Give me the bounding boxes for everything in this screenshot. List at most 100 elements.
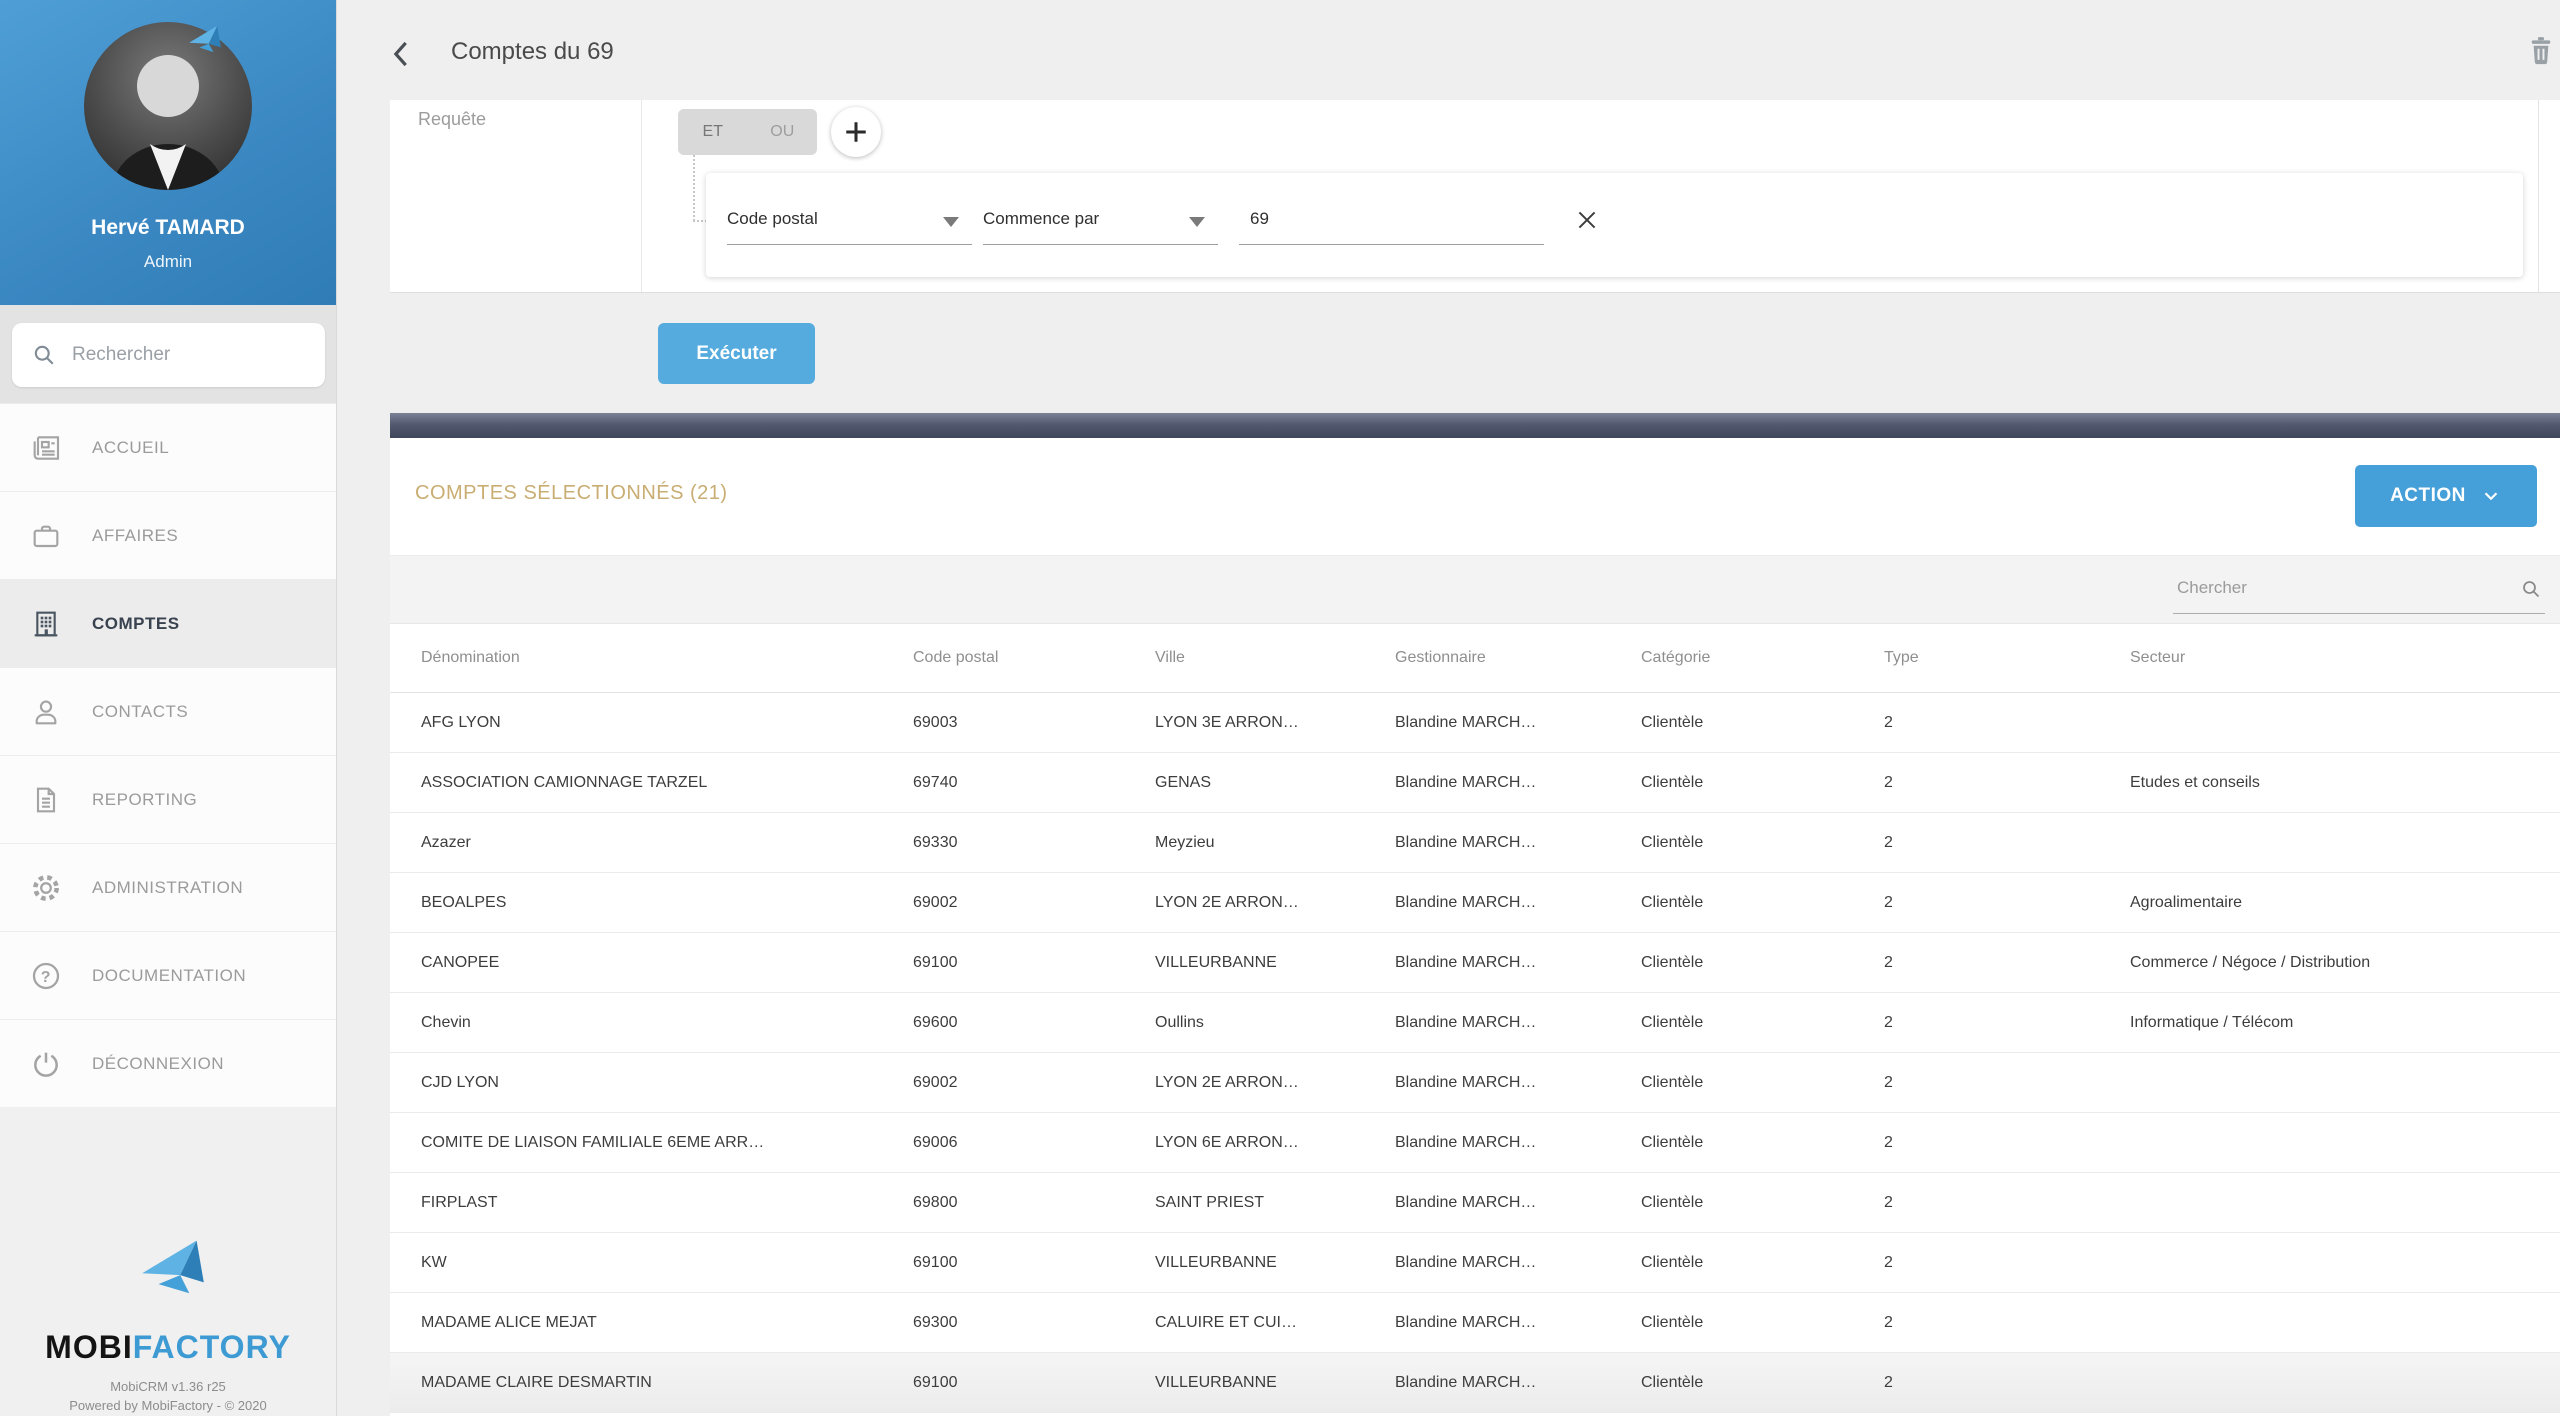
cell-ville: VILLEURBANNE bbox=[1155, 1254, 1395, 1272]
table-row[interactable]: Azazer69330MeyzieuBlandine MARCH…Clientè… bbox=[390, 813, 2560, 873]
table-row[interactable]: Chevin69600OullinsBlandine MARCH…Clientè… bbox=[390, 993, 2560, 1053]
cell-type: 2 bbox=[1884, 894, 2130, 912]
divider bbox=[641, 100, 642, 292]
table-row[interactable]: MADAME CLAIRE DESMARTIN69100VILLEURBANNE… bbox=[390, 1353, 2560, 1413]
action-button[interactable]: ACTION bbox=[2355, 465, 2537, 527]
sidebar-item-label: DÉCONNEXION bbox=[92, 1054, 224, 1074]
trash-icon[interactable] bbox=[2526, 34, 2556, 66]
table-row[interactable]: AFG LYON69003LYON 3E ARRON…Blandine MARC… bbox=[390, 693, 2560, 753]
search-icon bbox=[30, 341, 58, 369]
cell-code-postal: 69100 bbox=[913, 1374, 1155, 1392]
logo-text-mobi: MOBI bbox=[45, 1329, 133, 1365]
column-header-4[interactable]: Gestionnaire bbox=[1395, 649, 1641, 667]
cell-denomination: CJD LYON bbox=[421, 1074, 913, 1092]
app-window: Hervé TAMARD Admin Rechercher ACCUEILAFF… bbox=[0, 0, 2560, 1416]
operator-ou[interactable]: OU bbox=[748, 109, 818, 155]
cell-gestionnaire: Blandine MARCH… bbox=[1395, 894, 1641, 912]
cell-gestionnaire: Blandine MARCH… bbox=[1395, 1194, 1641, 1212]
cell-categorie: Clientèle bbox=[1641, 1074, 1884, 1092]
execute-button[interactable]: Exécuter bbox=[658, 323, 815, 384]
cell-ville: VILLEURBANNE bbox=[1155, 954, 1395, 972]
cell-denomination: COMITE DE LIAISON FAMILIALE 6EME ARR… bbox=[421, 1134, 913, 1152]
section-divider-bar bbox=[390, 413, 2560, 438]
table-row[interactable]: COMITE DE LIAISON FAMILIALE 6EME ARR…690… bbox=[390, 1113, 2560, 1173]
document-icon bbox=[30, 784, 62, 816]
profile-panel: Hervé TAMARD Admin bbox=[0, 0, 336, 305]
cell-type: 2 bbox=[1884, 774, 2130, 792]
sidebar-search-strip: Rechercher bbox=[0, 305, 336, 403]
sidebar-item-contacts[interactable]: CONTACTS bbox=[0, 668, 336, 756]
table-row[interactable]: CANOPEE69100VILLEURBANNEBlandine MARCH…C… bbox=[390, 933, 2560, 993]
column-header-2[interactable]: Code postal bbox=[913, 649, 1155, 667]
cell-secteur: Agroalimentaire bbox=[2130, 894, 2560, 912]
table-row[interactable]: FIRPLAST69800SAINT PRIESTBlandine MARCH…… bbox=[390, 1173, 2560, 1233]
cell-denomination: AFG LYON bbox=[421, 714, 913, 732]
sidebar-item-comptes[interactable]: COMPTES bbox=[0, 580, 336, 668]
powered-by: Powered by MobiFactory - © 2020 bbox=[0, 1398, 336, 1413]
add-condition-button[interactable] bbox=[831, 107, 881, 157]
table-header-row: DénominationCode postalVilleGestionnaire… bbox=[390, 624, 2560, 693]
cell-code-postal: 69100 bbox=[913, 954, 1155, 972]
column-header-5[interactable]: Catégorie bbox=[1641, 649, 1884, 667]
svg-text:?: ? bbox=[41, 969, 51, 986]
condition-row: Code postal Commence par 69 bbox=[706, 173, 2523, 277]
field-underline bbox=[727, 244, 972, 245]
chevron-down-icon[interactable] bbox=[943, 217, 959, 227]
table-body: AFG LYON69003LYON 3E ARRON…Blandine MARC… bbox=[390, 693, 2560, 1416]
sidebar-search-input[interactable]: Rechercher bbox=[12, 323, 325, 387]
sidebar-search-placeholder: Rechercher bbox=[72, 344, 170, 366]
table-search-placeholder: Chercher bbox=[2177, 578, 2247, 598]
column-header-1[interactable]: Dénomination bbox=[421, 649, 913, 667]
operator-underline bbox=[983, 244, 1218, 245]
mobifactory-logo: MOBIFACTORY bbox=[0, 1329, 336, 1366]
table-row[interactable]: BEOALPES69002LYON 2E ARRON…Blandine MARC… bbox=[390, 873, 2560, 933]
cell-denomination: MADAME CLAIRE DESMARTIN bbox=[421, 1374, 913, 1392]
logo-text-factory: FACTORY bbox=[133, 1329, 291, 1365]
divider bbox=[2538, 100, 2539, 292]
cell-code-postal: 69002 bbox=[913, 1074, 1155, 1092]
sidebar-item-administration[interactable]: ADMINISTRATION bbox=[0, 844, 336, 932]
sidebar-item-documentation[interactable]: ? DOCUMENTATION bbox=[0, 932, 336, 1020]
operator-toggle[interactable]: ET OU bbox=[678, 109, 817, 155]
sidebar-item-reporting[interactable]: REPORTING bbox=[0, 756, 336, 844]
column-header-3[interactable]: Ville bbox=[1155, 649, 1395, 667]
cell-ville: SAINT PRIEST bbox=[1155, 1194, 1395, 1212]
cell-denomination: FIRPLAST bbox=[421, 1194, 913, 1212]
field-select[interactable]: Code postal bbox=[727, 209, 818, 229]
cell-code-postal: 69002 bbox=[913, 894, 1155, 912]
cell-ville: LYON 6E ARRON… bbox=[1155, 1134, 1395, 1152]
cell-categorie: Clientèle bbox=[1641, 774, 1884, 792]
operator-et[interactable]: ET bbox=[678, 109, 748, 155]
back-button[interactable] bbox=[387, 38, 417, 70]
column-header-6[interactable]: Type bbox=[1884, 649, 2130, 667]
cell-type: 2 bbox=[1884, 1014, 2130, 1032]
cell-type: 2 bbox=[1884, 834, 2130, 852]
sidebar-item-affaires[interactable]: AFFAIRES bbox=[0, 492, 336, 580]
cell-denomination: CANOPEE bbox=[421, 954, 913, 972]
power-icon bbox=[30, 1048, 62, 1080]
cell-categorie: Clientèle bbox=[1641, 1254, 1884, 1272]
results-card: COMPTES SÉLECTIONNÉS (21) ACTION Cherche… bbox=[390, 438, 2560, 1416]
sidebar-item-label: DOCUMENTATION bbox=[92, 966, 246, 986]
briefcase-icon bbox=[30, 520, 62, 552]
table-row[interactable]: KW69100VILLEURBANNEBlandine MARCH…Client… bbox=[390, 1233, 2560, 1293]
bird-decoration-icon bbox=[188, 24, 222, 54]
gear-icon bbox=[30, 872, 62, 904]
cell-denomination: KW bbox=[421, 1254, 913, 1272]
table-row[interactable]: CJD LYON69002LYON 2E ARRON…Blandine MARC… bbox=[390, 1053, 2560, 1113]
chevron-down-icon[interactable] bbox=[1189, 217, 1205, 227]
value-input[interactable]: 69 bbox=[1250, 209, 1269, 229]
operator-select[interactable]: Commence par bbox=[983, 209, 1099, 229]
avatar[interactable] bbox=[84, 22, 252, 190]
table-row[interactable]: MADAME ALICE MEJAT69300CALUIRE ET CUI…Bl… bbox=[390, 1293, 2560, 1353]
column-header-7[interactable]: Secteur bbox=[2130, 649, 2560, 667]
sidebar: Hervé TAMARD Admin Rechercher ACCUEILAFF… bbox=[0, 0, 337, 1416]
table-row[interactable]: ASSOCIATION CAMIONNAGE TARZEL69740GENASB… bbox=[390, 753, 2560, 813]
cell-code-postal: 69300 bbox=[913, 1314, 1155, 1332]
sidebar-footer: MOBIFACTORY MobiCRM v1.36 r25 Powered by… bbox=[0, 1107, 336, 1416]
sidebar-item-deconnexion[interactable]: DÉCONNEXION bbox=[0, 1020, 336, 1108]
remove-condition-icon[interactable] bbox=[1574, 207, 1600, 233]
table-search-input[interactable]: Chercher bbox=[2173, 568, 2545, 614]
sidebar-item-accueil[interactable]: ACCUEIL bbox=[0, 404, 336, 492]
cell-gestionnaire: Blandine MARCH… bbox=[1395, 1314, 1641, 1332]
